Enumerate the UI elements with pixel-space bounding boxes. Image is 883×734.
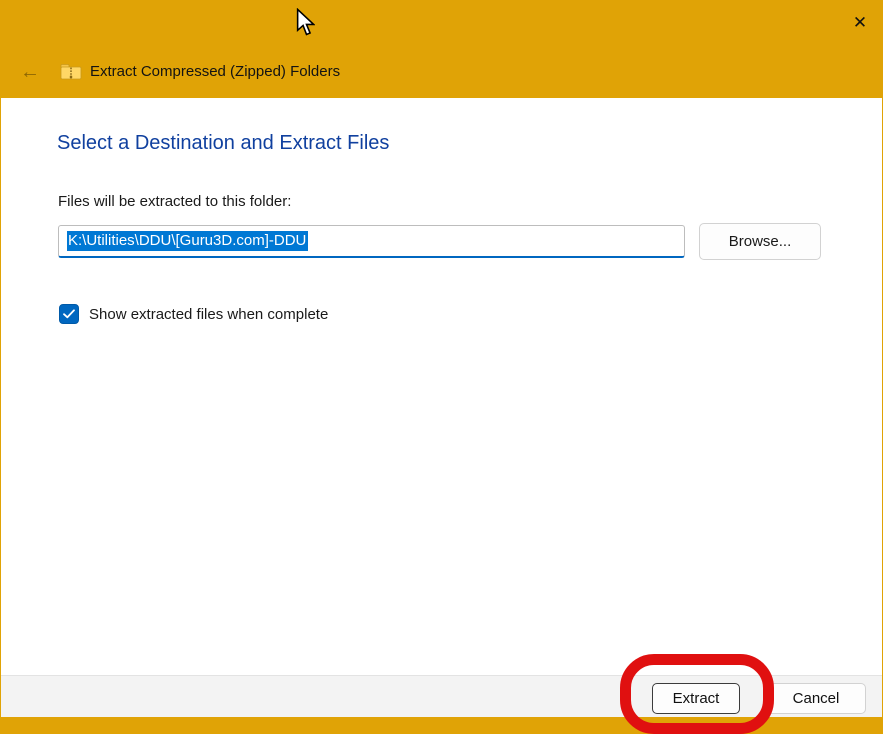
- dialog-content: Select a Destination and Extract Files F…: [1, 98, 882, 675]
- browse-button[interactable]: Browse...: [699, 223, 821, 260]
- dialog-header: ← Extract Compressed (Zipped) Folders: [0, 45, 883, 98]
- cancel-button[interactable]: Cancel: [766, 683, 866, 714]
- show-files-option: Show extracted files when complete: [59, 304, 328, 324]
- back-icon[interactable]: ←: [14, 56, 46, 88]
- show-files-checkbox[interactable]: [59, 304, 79, 324]
- destination-label: Files will be extracted to this folder:: [58, 193, 291, 210]
- show-files-checkbox-label[interactable]: Show extracted files when complete: [89, 306, 328, 323]
- extract-dialog-window: ✕ ← Extract Compressed (Zipped) Folders …: [0, 0, 883, 731]
- destination-path-value: K:\Utilities\DDU\[Guru3D.com]-DDU: [67, 231, 308, 251]
- extract-button[interactable]: Extract: [652, 683, 740, 714]
- checkmark-icon: [63, 309, 75, 319]
- titlebar: ✕: [0, 0, 883, 45]
- destination-path-input[interactable]: K:\Utilities\DDU\[Guru3D.com]-DDU: [58, 225, 685, 258]
- zip-folder-icon: [60, 63, 82, 80]
- dialog-title: Extract Compressed (Zipped) Folders: [90, 63, 340, 80]
- page-title: Select a Destination and Extract Files: [57, 132, 389, 155]
- button-strip: [1, 675, 882, 717]
- close-icon[interactable]: ✕: [837, 0, 883, 45]
